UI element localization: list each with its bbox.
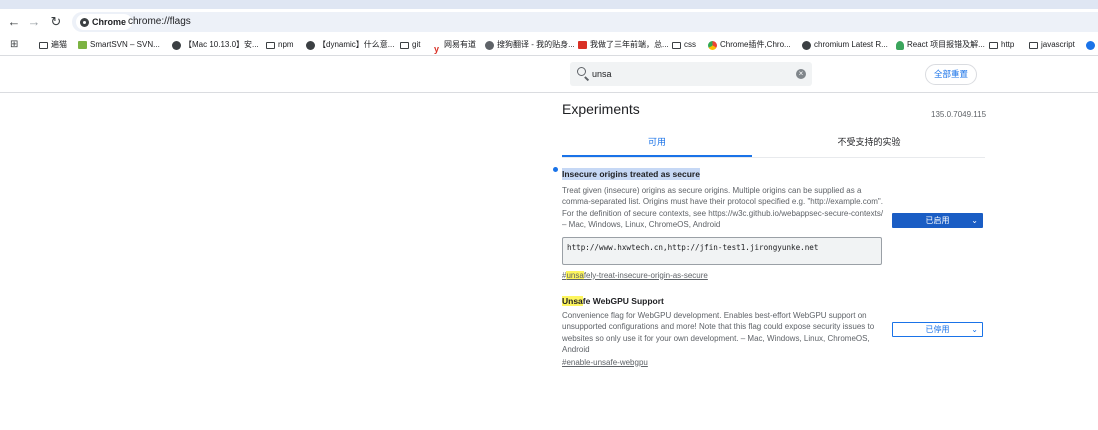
bookmark-item[interactable]: 遍猫 — [39, 37, 67, 53]
flag-title-rest: fe WebGPU Support — [582, 296, 664, 306]
bookmark-item[interactable]: chromium Latest R... — [802, 37, 888, 53]
bookmarks-bar: ⊞ 遍猫 SmartSVN – SVN... 【Mac 10.13.0】安...… — [0, 35, 1098, 55]
page-title: Experiments — [562, 101, 640, 117]
search-match: unsa — [566, 270, 584, 280]
bookmark-label: Chrome插件,Chro... — [720, 40, 791, 49]
back-arrow-icon: ← — [7, 14, 21, 29]
bookmark-item[interactable]: Chrome插件,Chro... — [708, 37, 791, 53]
chrome-logo-icon — [80, 17, 89, 27]
bookmark-item[interactable]: javascript — [1029, 37, 1075, 53]
modified-indicator-icon — [553, 167, 558, 172]
origins-textarea[interactable]: http://www.hxwtech.cn,http://jfin-test1.… — [562, 236, 882, 265]
sogou-icon — [485, 40, 494, 50]
bookmark-item[interactable] — [1086, 37, 1095, 53]
address-bar[interactable]: Chrome chrome://flags — [72, 12, 1098, 32]
bookmark-label: css — [684, 40, 696, 49]
bookmark-item[interactable]: y 网易有道 — [432, 37, 476, 54]
link-rest: fely-treat-insecure-origin-as-secure — [583, 270, 708, 280]
chip-label: Chrome — [92, 17, 127, 27]
youdao-icon: y — [433, 44, 439, 54]
forward-arrow-icon: → — [27, 14, 41, 29]
smartsvn-icon — [78, 41, 87, 49]
flag-permalink[interactable]: #enable-unsafe-webgpu — [562, 357, 892, 368]
juejin-icon — [578, 41, 587, 49]
version-text: 135.0.7049.115 — [931, 110, 987, 119]
tab-available[interactable]: 可用 — [562, 134, 752, 156]
folder-icon — [672, 41, 681, 49]
bookmark-item[interactable]: css — [672, 37, 696, 53]
forward-button[interactable]: → — [24, 13, 44, 31]
folder-icon — [266, 41, 275, 49]
bookmark-label: SmartSVN – SVN... — [90, 40, 160, 49]
bookmark-item[interactable]: SmartSVN – SVN... — [78, 37, 160, 53]
flag-state-select[interactable]: 已启用 ⌄ — [892, 213, 983, 228]
header-divider — [0, 92, 1098, 93]
flag-title: Unsafe WebGPU Support — [562, 295, 892, 307]
bookmark-label: npm — [278, 40, 294, 49]
tabs-divider — [562, 157, 985, 158]
bookmark-label: javascript — [1041, 40, 1075, 49]
bookmark-label: git — [412, 40, 421, 49]
bookmark-label: 遍猫 — [51, 40, 67, 49]
overflow-bookmark-icon — [1086, 40, 1095, 50]
bookmark-item[interactable]: git — [400, 37, 420, 53]
reset-all-button[interactable]: 全部重置 — [925, 64, 977, 85]
flag-description: Treat given (insecure) origins as secure… — [562, 186, 884, 230]
chevron-down-icon: ⌄ — [971, 216, 978, 225]
apps-button[interactable]: ⊞ — [10, 37, 18, 53]
react-icon — [896, 40, 904, 50]
flags-search-input[interactable]: unsa × — [570, 62, 812, 86]
select-value: 已启用 — [925, 216, 950, 225]
folder-icon — [989, 41, 998, 49]
bookmark-label: 我做了三年前端，总... — [590, 40, 669, 49]
bookmark-label: 【Mac 10.13.0】安... — [184, 40, 259, 49]
bookmark-label: 【dynamic】什么意... — [318, 40, 395, 49]
url-text[interactable]: chrome://flags — [128, 12, 191, 32]
bookmark-label: 搜狗翻译 - 我的贴身... — [497, 40, 575, 49]
bookmark-item[interactable]: 搜狗翻译 - 我的贴身... — [485, 37, 575, 53]
toolbar-divider — [0, 55, 1098, 56]
browser-toolbar: ← → ↻ Chrome chrome://flags — [0, 9, 1098, 35]
folder-icon — [1029, 41, 1038, 49]
bookmark-item[interactable]: React 项目报错及解... — [896, 37, 985, 53]
folder-icon — [39, 41, 48, 49]
tab-strip — [0, 0, 1098, 9]
globe-icon — [306, 40, 315, 50]
flag-unsafe-webgpu: Unsafe WebGPU Support Convenience flag f… — [562, 295, 892, 368]
bookmark-label: chromium Latest R... — [814, 40, 888, 49]
bookmark-item[interactable]: http — [989, 37, 1014, 53]
back-button[interactable]: ← — [4, 13, 24, 31]
chrome-icon — [708, 40, 717, 50]
bookmark-item[interactable]: 【Mac 10.13.0】安... — [172, 37, 259, 53]
bookmark-label: 网易有道 — [444, 40, 476, 49]
bookmark-label: http — [1001, 40, 1015, 49]
search-value[interactable]: unsa — [592, 62, 612, 86]
globe-icon — [802, 40, 811, 50]
flag-state-select[interactable]: 已停用 ⌄ — [892, 322, 983, 337]
globe-icon — [172, 40, 181, 50]
chevron-down-icon: ⌄ — [971, 325, 978, 334]
flag-permalink[interactable]: #unsafely-treat-insecure-origin-as-secur… — [562, 270, 892, 281]
flag-insecure-origins: Insecure origins treated as secure Treat… — [553, 164, 892, 281]
flag-title: Insecure origins treated as secure — [562, 168, 700, 180]
search-match: Unsa — [562, 296, 583, 306]
flag-description: Convenience flag for WebGPU development.… — [562, 311, 875, 355]
reload-icon: ↻ — [50, 14, 62, 29]
folder-icon — [400, 41, 409, 49]
clear-search-icon[interactable]: × — [796, 69, 806, 79]
tab-unavailable[interactable]: 不受支持的实验 — [796, 134, 942, 156]
bookmark-item[interactable]: npm — [266, 37, 294, 53]
search-icon — [577, 67, 586, 76]
bookmark-item[interactable]: 我做了三年前端，总... — [578, 37, 669, 53]
select-value: 已停用 — [925, 325, 950, 334]
apps-grid-icon: ⊞ — [10, 39, 19, 50]
site-info-chip[interactable]: Chrome — [76, 14, 133, 30]
bookmark-label: React 项目报错及解... — [907, 40, 985, 49]
bookmark-item[interactable]: 【dynamic】什么意... — [306, 37, 394, 53]
reload-button[interactable]: ↻ — [46, 13, 66, 31]
